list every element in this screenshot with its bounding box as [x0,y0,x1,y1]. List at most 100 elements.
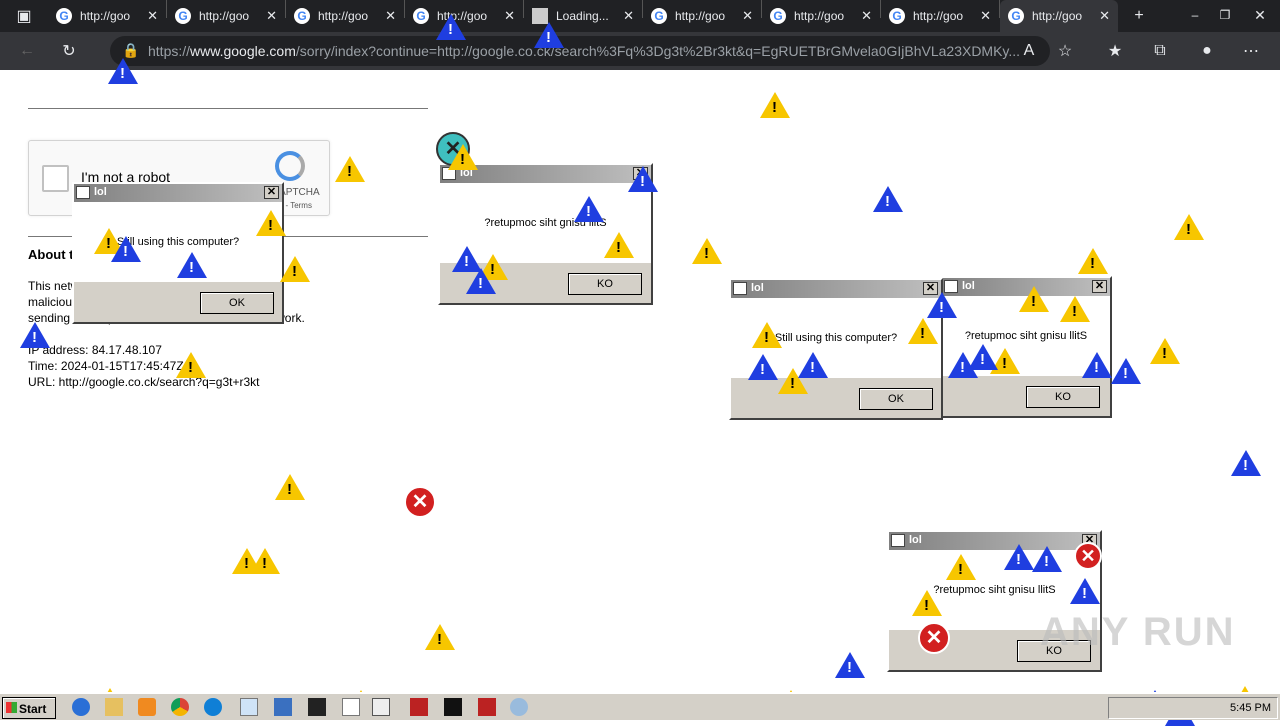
collections-icon[interactable]: ⧉ [1145,36,1175,66]
exclamation-glyph: ! [244,555,249,572]
restore-button[interactable]: ❐ [1210,0,1240,30]
browser-tab[interactable]: Ghttp://goo ✕ [881,0,999,32]
exclamation-glyph: ! [1072,303,1077,320]
warning-icon: ! [1150,338,1180,364]
exclamation-glyph: ! [120,65,125,82]
browser-tab[interactable]: Ghttp://goo ✕ [1000,0,1118,32]
exclamation-glyph: ! [847,659,852,676]
info-warning-icon: ! [111,236,141,262]
new-tab-button[interactable]: + [1124,1,1154,31]
dialog-close-button[interactable]: ✕ [1092,280,1107,293]
warning-icon: ! [692,238,722,264]
tab-close-icon[interactable]: ✕ [504,8,515,24]
error-icon: ✕ [918,622,950,654]
cmd-icon[interactable] [444,698,462,716]
document-icon[interactable] [342,698,360,716]
exclamation-glyph: ! [920,325,925,342]
warning-icon: ! [275,474,305,500]
clock[interactable]: 5:45 PM [1230,702,1271,714]
recaptcha-checkbox[interactable] [42,165,69,192]
tab-close-icon[interactable]: ✕ [266,8,277,24]
url-prefix: https:// [148,43,191,59]
address-field[interactable]: 🔒 https://www.google.com/sorry/index?con… [110,36,1050,66]
calendar-icon[interactable] [372,698,390,716]
folder-icon[interactable] [105,698,123,716]
warning-icon: ! [760,92,790,118]
window-icon [733,282,747,295]
reload-button[interactable]: ↻ [54,36,84,66]
add-favorite-icon[interactable]: ☆ [1050,36,1080,66]
tab-close-icon[interactable]: ✕ [623,8,634,24]
warning-icon: ! [280,256,310,282]
exclamation-glyph: ! [1094,359,1099,376]
exclamation-glyph: ! [616,239,621,256]
tab-close-icon[interactable]: ✕ [1099,8,1110,24]
dialog-ko-button[interactable]: KO [568,273,642,295]
browser-tab[interactable]: Ghttp://goo ✕ [762,0,880,32]
browser-tab[interactable]: Ghttp://goo ✕ [286,0,404,32]
info-warning-icon: ! [466,268,496,294]
warning-icon: ! [604,232,634,258]
computer-icon[interactable] [274,698,292,716]
dialog-message: ?retupmoc siht gnisu llitS [933,584,1056,596]
info-warning-icon: ! [1111,358,1141,384]
browser-tab-bar: ▣ Ghttp://goo ✕ Ghttp://goo ✕ Ghttp://goo ✕ Gh… [0,0,1280,32]
minimize-button[interactable]: – [1180,0,1210,30]
terminal-icon[interactable] [308,698,326,716]
exclamation-glyph: ! [1090,255,1095,272]
tab-title: http://goo [80,9,131,23]
more-menu-icon[interactable]: ⋯ [1236,36,1266,66]
dialog-close-button[interactable]: ✕ [264,186,279,199]
window-icon [76,186,90,199]
network-icon[interactable] [510,698,528,716]
exclamation-glyph: ! [1031,293,1036,310]
exclamation-glyph: ! [790,375,795,392]
warning-icon: ! [250,548,280,574]
browser-tab[interactable]: Ghttp://goo ✕ [167,0,285,32]
read-aloud-icon[interactable]: A [1014,36,1044,66]
info-warning-icon: ! [628,166,658,192]
notepad-icon[interactable] [240,698,258,716]
app-icon[interactable] [478,698,496,716]
info-warning-icon: ! [1070,578,1100,604]
exclamation-glyph: ! [885,193,890,210]
tab-close-icon[interactable]: ✕ [385,8,396,24]
start-button[interactable]: Start [2,697,56,719]
tab-close-icon[interactable]: ✕ [147,8,158,24]
taskbar: Start 5:45 PM [0,692,1280,720]
dialog-ok-button[interactable]: OK [859,388,933,410]
edge-icon[interactable] [204,698,222,716]
exclamation-glyph: ! [1016,551,1021,568]
dialog-title: lol [94,186,107,198]
window-icon [891,534,905,547]
back-button[interactable]: ← [12,36,42,66]
dialog-ko-button[interactable]: KO [1026,386,1100,408]
tab-close-icon[interactable]: ✕ [861,8,872,24]
warning-icon: ! [176,352,206,378]
tab-close-icon[interactable]: ✕ [742,8,753,24]
browser-tab[interactable]: Ghttp://goo ✕ [643,0,761,32]
request-url: URL: http://google.co.ck/search?q=g3t+r3… [28,375,260,389]
exclamation-glyph: ! [268,217,273,234]
chrome-icon[interactable] [171,698,189,716]
info-warning-icon: ! [873,186,903,212]
tab-title: http://goo [913,9,964,23]
tab-close-icon[interactable]: ✕ [980,8,991,24]
lol-dialog[interactable]: lol ✕ Still using this computer? OK [729,278,943,420]
close-window-button[interactable]: ✕ [1240,0,1280,30]
google-g-icon: G [413,8,429,24]
exclamation-glyph: ! [347,163,352,180]
favorites-icon[interactable]: ★ [1100,36,1130,66]
google-g-icon: G [1008,8,1024,24]
profile-avatar[interactable]: ● [1192,36,1222,66]
exclamation-glyph: ! [478,275,483,292]
dialog-ok-button[interactable]: OK [200,292,274,314]
ie-icon[interactable] [72,698,90,716]
media-player-icon[interactable] [138,698,156,716]
start-label: Start [19,702,47,716]
exclamation-glyph: ! [188,359,193,376]
tab-actions-icon[interactable]: ▣ [0,1,48,31]
exclamation-glyph: ! [958,561,963,578]
browser-tab[interactable]: Ghttp://goo ✕ [48,0,166,32]
app-icon[interactable] [410,698,428,716]
